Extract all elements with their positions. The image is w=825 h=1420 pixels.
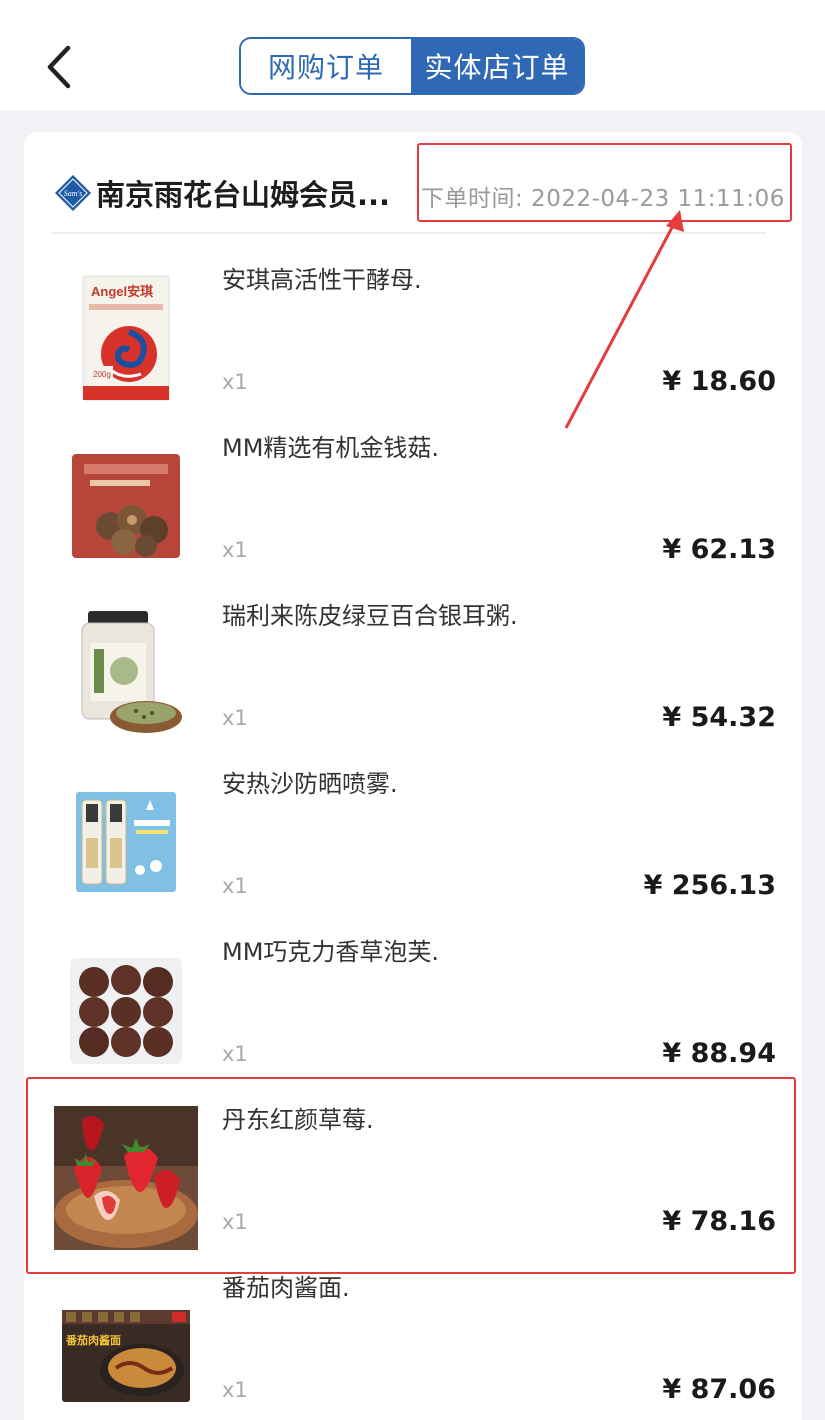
item-quantity: x1 bbox=[222, 538, 248, 562]
item-price: ¥ 256.13 bbox=[643, 870, 776, 901]
item-price: ¥ 62.13 bbox=[662, 534, 776, 565]
item-name: MM精选有机金钱菇. bbox=[222, 434, 440, 462]
svg-text:200g: 200g bbox=[93, 370, 111, 379]
yeast-package-image: Angel安琪 200g bbox=[54, 266, 198, 410]
sams-club-logo-icon: Sam's bbox=[55, 175, 91, 211]
list-item[interactable]: Angel安琪 200g 安琪高活性干酵母. x1 ¥ 18.60 bbox=[24, 260, 802, 428]
order-type-tabs: 网购订单 实体店订单 bbox=[239, 37, 585, 95]
chevron-left-icon bbox=[47, 45, 71, 89]
store-name: 南京雨花台山姆会员... bbox=[96, 178, 391, 212]
item-name: 安热沙防晒喷雾. bbox=[222, 770, 398, 798]
list-item[interactable]: 安热沙防晒喷雾. x1 ¥ 256.13 bbox=[24, 764, 802, 932]
back-button[interactable] bbox=[38, 40, 82, 94]
chocolate-puff-image bbox=[54, 938, 198, 1082]
list-item[interactable]: MM巧克力香草泡芙. x1 ¥ 88.94 bbox=[24, 932, 802, 1100]
svg-text:Sam's: Sam's bbox=[64, 189, 83, 198]
item-quantity: x1 bbox=[222, 1378, 248, 1402]
item-quantity: x1 bbox=[222, 370, 248, 394]
item-price: ¥ 18.60 bbox=[662, 366, 776, 397]
top-bar: 网购订单 实体店订单 bbox=[0, 0, 825, 110]
tomato-meat-noodles-image: 番茄肉酱面 bbox=[54, 1274, 198, 1418]
svg-text:Angel安琪: Angel安琪 bbox=[91, 284, 153, 299]
item-name: 安琪高活性干酵母. bbox=[222, 266, 422, 294]
strawberry-item-highlight-box bbox=[26, 1077, 796, 1274]
tab-store-orders[interactable]: 实体店订单 bbox=[411, 39, 583, 93]
sunscreen-spray-image bbox=[54, 770, 198, 914]
item-price: ¥ 87.06 bbox=[662, 1374, 776, 1405]
list-item[interactable]: MM精选有机金钱菇. x1 ¥ 62.13 bbox=[24, 428, 802, 596]
item-price: ¥ 88.94 bbox=[662, 1038, 776, 1069]
item-quantity: x1 bbox=[222, 874, 248, 898]
porridge-jar-image bbox=[54, 602, 198, 746]
item-name: MM巧克力香草泡芙. bbox=[222, 938, 440, 966]
order-time-highlight-box bbox=[417, 143, 792, 222]
tab-online-orders[interactable]: 网购订单 bbox=[241, 39, 411, 93]
item-price: ¥ 54.32 bbox=[662, 702, 776, 733]
divider bbox=[52, 232, 766, 234]
item-name: 瑞利来陈皮绿豆百合银耳粥. bbox=[222, 602, 518, 630]
item-quantity: x1 bbox=[222, 1042, 248, 1066]
svg-text:番茄肉酱面: 番茄肉酱面 bbox=[65, 1333, 121, 1347]
item-quantity: x1 bbox=[222, 706, 248, 730]
mushroom-package-image bbox=[54, 434, 198, 578]
list-item[interactable]: 番茄肉酱面 番茄肉酱面. x1 ¥ 87.06 bbox=[24, 1268, 802, 1420]
list-item[interactable]: 瑞利来陈皮绿豆百合银耳粥. x1 ¥ 54.32 bbox=[24, 596, 802, 764]
